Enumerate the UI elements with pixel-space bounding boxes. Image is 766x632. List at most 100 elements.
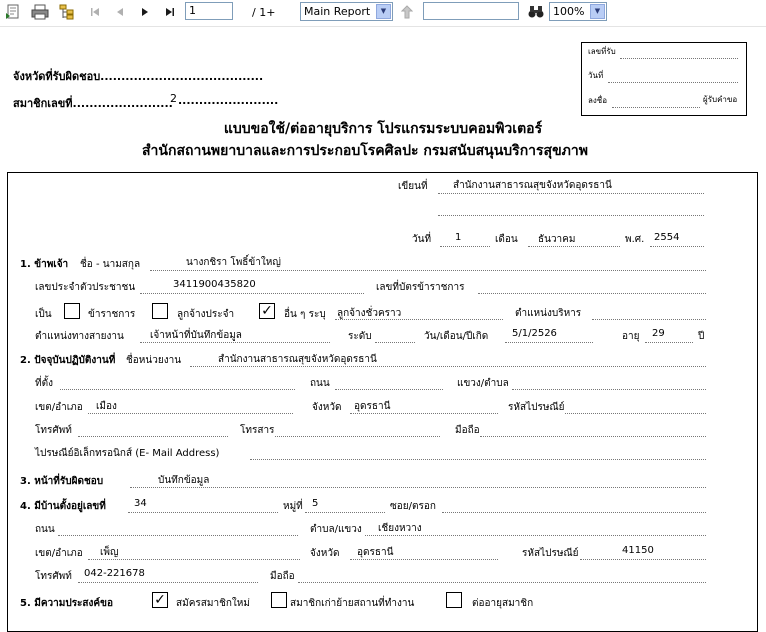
phone-2-label: โทรศัพท์: [35, 571, 72, 582]
name-label: ชื่อ - นามสกุล: [80, 259, 141, 270]
line-position-value: เจ้าหน้าที่บันทึกข้อมูล: [150, 330, 242, 341]
fax-label: โทรสาร: [240, 425, 275, 436]
moo-value: 5: [312, 498, 319, 509]
move-workplace-checkbox[interactable]: [271, 592, 287, 608]
road-2-label: ถนน: [35, 524, 55, 535]
zip-2-value: 41150: [622, 545, 654, 556]
report-page: เลขที่รับ วันที่ ลงชื่อ ผู้รับคำขอ จังหว…: [0, 27, 766, 632]
subdistrict-2-label: ตำบล/แขวง: [310, 524, 362, 535]
receipt-date-label: วันที่: [588, 71, 604, 80]
report-toolbar: 1 / 1+ Main Report ▼ 100% ▼: [0, 0, 766, 27]
section-4-label: 4. มีบ้านตั้งอยู่เลขที่: [20, 501, 106, 512]
age-label: อายุ: [622, 331, 640, 342]
first-page-icon[interactable]: [88, 3, 102, 21]
gov-officer-label: ข้าราชการ: [88, 309, 136, 320]
section-1-label: 1. ข้าพเจ้า: [20, 259, 69, 270]
moo-label: หมู่ที่: [283, 501, 303, 512]
province-responsible-label: จังหวัดที่รับผิดชอบ.....................…: [13, 70, 264, 83]
year-value: 2554: [654, 232, 680, 243]
receiver-label: ผู้รับคำขอ: [703, 95, 738, 104]
chevron-down-icon[interactable]: ▼: [590, 4, 605, 19]
last-page-icon[interactable]: [163, 3, 177, 21]
level-label: ระดับ: [348, 331, 372, 342]
member-number-dots: ........................: [178, 94, 279, 107]
province-2-label: จังหวัด: [310, 548, 340, 559]
province-value: อุดรธานี: [354, 401, 391, 412]
status-label: เป็น: [35, 309, 52, 320]
signature-label: ลงชื่อ: [588, 96, 608, 105]
age-value: 29: [652, 328, 665, 339]
binoculars-search-icon[interactable]: [527, 3, 545, 21]
print-icon[interactable]: [30, 3, 50, 21]
section-5-label: 5. มีความประสงค์ขอ: [20, 598, 113, 609]
district-2-value: เพ็ญ: [100, 547, 119, 558]
unit-label: ชื่อหน่วยงาน: [126, 355, 182, 366]
chevron-down-icon[interactable]: ▼: [376, 4, 391, 19]
month-label: เดือน: [495, 234, 518, 245]
unit-value: สำนักงานสาธารณสุขจังหวัดอุดรธานี: [218, 354, 377, 365]
zoom-select[interactable]: 100% ▼: [549, 2, 607, 21]
report-select[interactable]: Main Report ▼: [300, 2, 393, 21]
idcard-value: 3411900435820: [173, 279, 256, 290]
written-at-label: เขียนที่: [398, 181, 428, 192]
year-label: พ.ศ.: [625, 234, 645, 245]
move-workplace-label: สมาชิกเก่าย้ายสถานที่ทำงาน: [290, 598, 415, 609]
dob-label: วัน/เดือน/ปีเกิด: [424, 331, 489, 342]
other-status-label: อื่น ๆ ระบุ: [284, 309, 326, 320]
permanent-employee-checkbox[interactable]: [152, 303, 168, 319]
dob-value: 5/1/2526: [512, 328, 557, 339]
report-select-value: Main Report: [304, 5, 371, 18]
group-tree-icon[interactable]: [58, 3, 76, 21]
zip-2-label: รหัสไปรษณีย์: [522, 548, 579, 559]
section-2-label: 2. ปัจจุบันปฏิบัติงานที่: [20, 355, 116, 366]
day-value: 1: [455, 232, 462, 243]
member-number-value: 2: [170, 92, 177, 105]
line-position-label: ตำแหน่งทางสายงาน: [35, 331, 124, 342]
district-2-label: เขต/อำเภอ: [35, 548, 83, 559]
previous-page-icon[interactable]: [113, 3, 127, 21]
member-number-label: สมาชิกเลขที่........................: [13, 97, 173, 110]
received-no-label: เลขที่รับ: [588, 47, 616, 56]
drill-up-icon[interactable]: [400, 3, 414, 21]
name-value: นางกชิรา โพธิ์ข้าใหญ่: [186, 257, 281, 268]
gov-officer-checkbox[interactable]: [64, 303, 80, 319]
age-unit: ปี: [698, 331, 705, 342]
duty-value: บันทึกข้อมูล: [158, 475, 210, 486]
search-input[interactable]: [423, 2, 519, 20]
admin-position-label: ตำแหน่งบริหาร: [515, 308, 582, 319]
other-status-checkbox[interactable]: ✓: [259, 303, 275, 319]
permanent-employee-label: ลูกจ้างประจำ: [177, 309, 235, 320]
province-2-value: อุดรธานี: [357, 547, 394, 558]
page-number-input[interactable]: 1: [185, 2, 233, 20]
phone-label: โทรศัพท์: [35, 425, 72, 436]
renew-member-checkbox[interactable]: [446, 592, 462, 608]
subdistrict-label: แขวง/ตำบล: [457, 378, 509, 389]
day-label: วันที่: [412, 234, 432, 245]
road-label: ถนน: [310, 378, 330, 389]
address-label: ที่ตั้ง: [35, 378, 53, 389]
apply-new-member-checkbox[interactable]: ✓: [152, 592, 168, 608]
soi-label: ซอย/ตรอก: [390, 501, 436, 512]
written-at-value: สำนักงานสาธารณสุขจังหวัดอุดรธานี: [453, 180, 612, 191]
renew-member-label: ต่ออายุสมาชิก: [472, 598, 534, 609]
phone-2-value: 042-221678: [84, 568, 145, 579]
province-label: จังหวัด: [312, 402, 342, 413]
subdistrict-2-value: เชียงหวาง: [378, 523, 422, 534]
mobile-2-label: มือถือ: [270, 571, 295, 582]
zoom-select-value: 100%: [553, 5, 585, 18]
section-3-label: 3. หน้าที่รับผิดชอบ: [20, 476, 104, 487]
month-value: ธันวาคม: [538, 234, 576, 245]
govcard-label: เลขที่บัตรข้าราชการ: [376, 282, 465, 293]
form-subtitle: สำนักสถานพยาบาลและการประกอบโรคศิลปะ กรมส…: [142, 143, 588, 159]
email-label: ไปรษณีย์อิเล็กทรอนิกส์ (E- Mail Address): [35, 448, 220, 459]
mobile-label: มือถือ: [455, 425, 480, 436]
page-total-label: / 1+: [252, 6, 276, 19]
house-number-value: 34: [134, 498, 147, 509]
form-title: แบบขอใช้/ต่ออายุบริการ โปรแกรมระบบคอมพิว…: [223, 121, 543, 137]
district-label: เขต/อำเภอ: [35, 402, 83, 413]
apply-new-member-label: สมัครสมาชิกใหม่: [176, 598, 250, 609]
idcard-label: เลขประจำตัวประชาชน: [35, 282, 136, 293]
zip-label: รหัสไปรษณีย์: [508, 402, 565, 413]
next-page-icon[interactable]: [138, 3, 152, 21]
export-icon[interactable]: [4, 3, 22, 21]
